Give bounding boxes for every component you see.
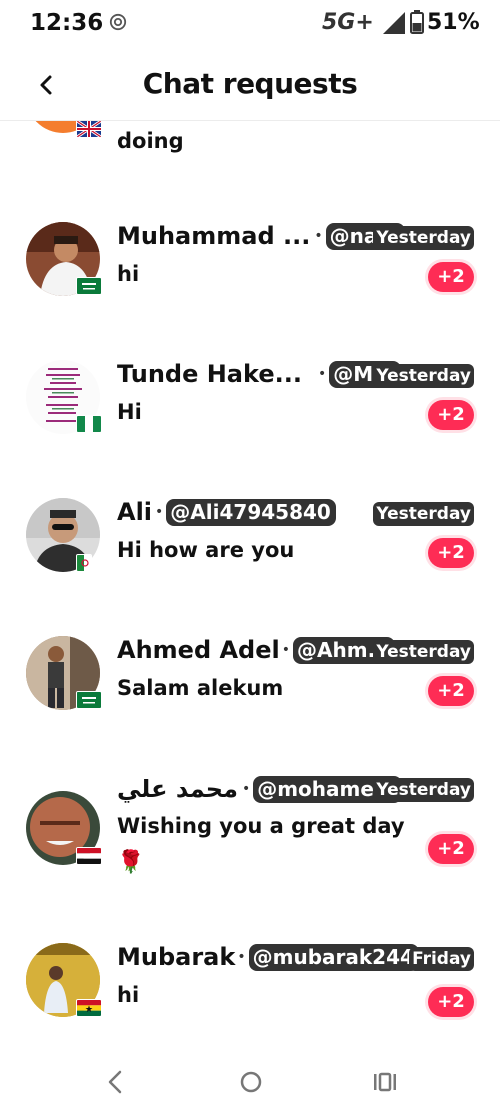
chat-request-row[interactable]: Ahmed Adel • @Ahm... Yesterday Salam ale… [0, 632, 500, 762]
header: Chat requests [0, 55, 500, 119]
message-preview: hi [117, 983, 140, 1007]
nav-back-icon[interactable] [100, 1067, 130, 1097]
message-preview: Hi [117, 400, 142, 424]
unread-count-badge: +2 [428, 262, 474, 292]
egypt-flag-icon [76, 847, 102, 865]
user-name: Ahmed Adel [117, 636, 280, 664]
nav-recents-icon[interactable] [370, 1067, 400, 1097]
status-bar: 12:36 5G+ 51% [0, 0, 500, 50]
saudi-flag-icon [76, 691, 102, 709]
unread-count-badge: +2 [428, 987, 474, 1017]
nav-home-icon[interactable] [236, 1067, 266, 1097]
uk-flag-icon [76, 121, 102, 138]
separator-dot: • [155, 504, 164, 520]
separator-dot: • [241, 781, 251, 797]
algeria-flag-icon [76, 554, 92, 572]
chat-request-row[interactable]: محمد علي • @mohame... Yesterday Wishing … [0, 768, 500, 918]
chat-request-list[interactable]: doing +2 Muhammad ... • @na... Yesterday… [0, 121, 500, 1051]
chat-request-row[interactable]: doing +2 [0, 121, 500, 189]
network-type: 5G+ [322, 10, 374, 35]
message-preview: doing [117, 129, 184, 153]
separator-dot: • [314, 228, 323, 244]
time-badge: Yesterday [373, 226, 474, 250]
message-preview: Wishing you a great day [117, 814, 405, 838]
message-preview: hi [117, 262, 140, 286]
time-badge: Yesterday [373, 502, 474, 526]
signal-icon [383, 12, 405, 34]
status-time: 12:36 [30, 10, 104, 36]
unread-count-badge: +2 [428, 538, 474, 568]
time-badge: Friday [409, 947, 474, 971]
nigeria-flag-icon [76, 415, 102, 433]
chat-request-row[interactable]: Mubarak • @mubarak244 Friday hi +2 [0, 939, 500, 1051]
separator-dot: • [317, 366, 327, 382]
user-handle: @Ali47945840 [166, 498, 336, 526]
battery-percent: 51% [427, 10, 480, 35]
unread-count-badge: +2 [428, 834, 474, 864]
separator-dot: • [237, 949, 246, 965]
chat-request-row[interactable]: Ali • @Ali47945840 Yesterday Hi how are … [0, 494, 500, 624]
time-badge: Yesterday [373, 640, 474, 664]
user-name: Muhammad ... [117, 222, 311, 250]
ghana-flag-icon [76, 999, 102, 1017]
settings-status-icon [109, 13, 127, 31]
unread-count-badge: +2 [428, 676, 474, 706]
chat-request-row[interactable]: Muhammad ... • @na... Yesterday hi +2 [0, 218, 500, 348]
page-title: Chat requests [142, 67, 358, 100]
rose-emoji: 🌹 [117, 850, 145, 875]
message-preview: Hi how are you [117, 538, 295, 562]
user-handle: @mubarak244 [248, 943, 419, 971]
unread-count-badge: +2 [428, 400, 474, 430]
chat-request-row[interactable]: Tunde Hake... • @M... Yesterday Hi +2 [0, 356, 500, 486]
system-nav-bar [0, 1055, 500, 1114]
user-name: Tunde Hake... [117, 360, 302, 388]
time-badge: Yesterday [373, 364, 474, 388]
separator-dot: • [281, 642, 291, 658]
user-name: Ali [117, 498, 153, 526]
time-badge: Yesterday [373, 778, 474, 802]
saudi-flag-icon [76, 277, 102, 295]
user-name: محمد علي [117, 775, 238, 803]
user-name: Mubarak [117, 943, 236, 971]
message-preview: Salam alekum [117, 676, 284, 700]
battery-icon [410, 10, 424, 34]
